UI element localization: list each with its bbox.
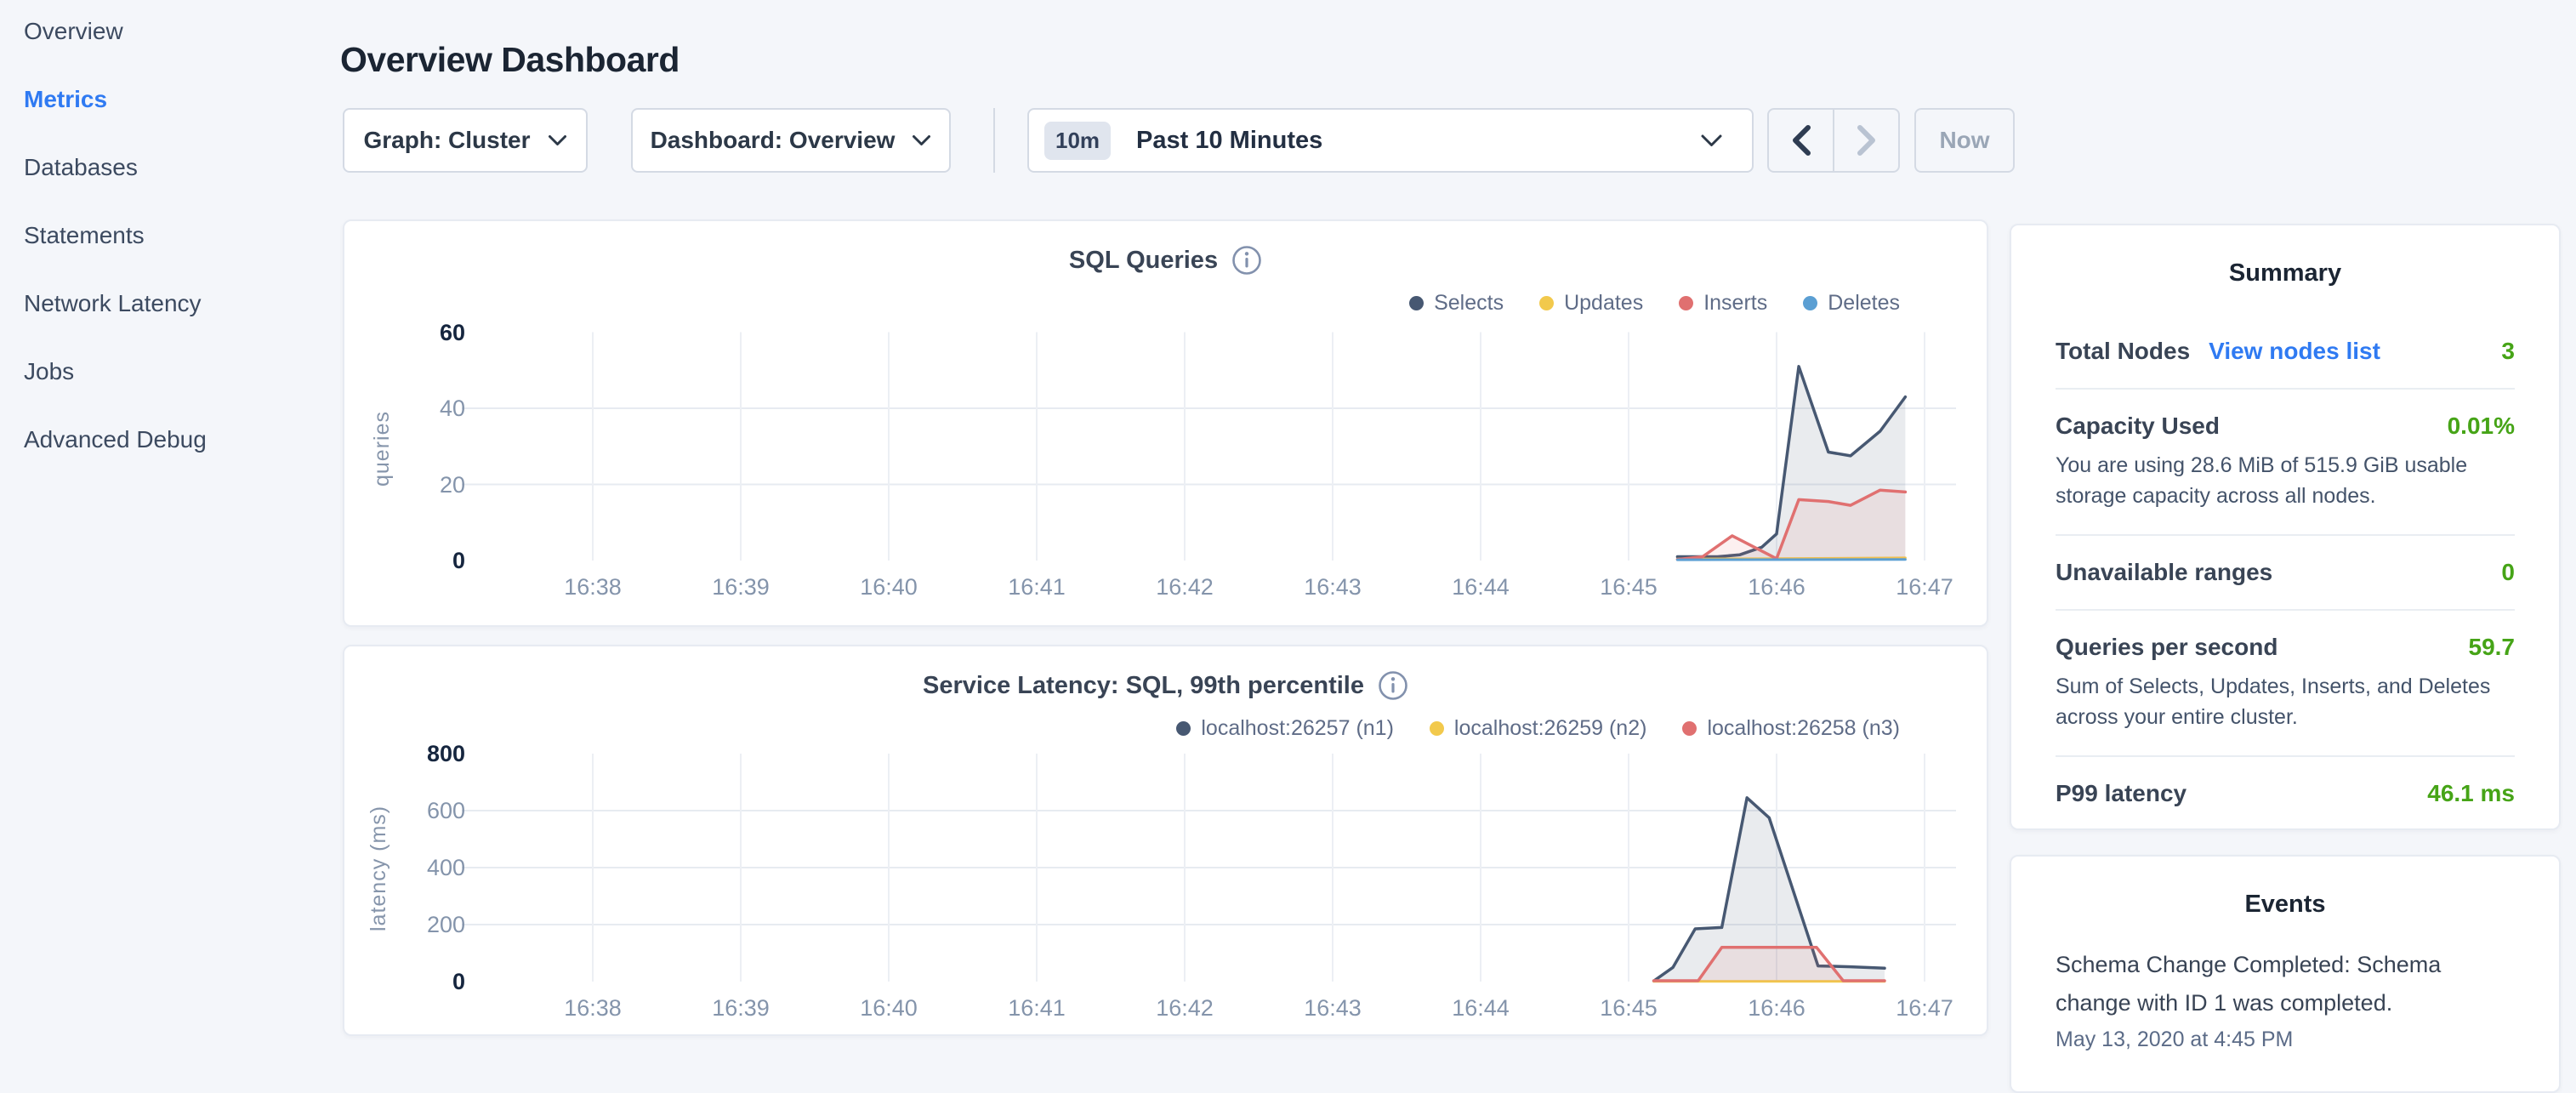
toolbar: Graph: Cluster Dashboard: Overview 10m P… xyxy=(343,108,2027,173)
graph-dropdown[interactable]: Graph: Cluster xyxy=(343,108,588,173)
sidebar-item-advanced-debug[interactable]: Advanced Debug xyxy=(24,427,304,453)
toolbar-divider xyxy=(993,108,995,173)
y-axis-unit-label: latency (ms) xyxy=(367,755,391,982)
dashboard-dropdown[interactable]: Dashboard: Overview xyxy=(631,108,951,173)
summary-row-unavailable-ranges: Unavailable ranges 0 xyxy=(2056,536,2515,611)
summary-row-description: You are using 28.6 MiB of 515.9 GiB usab… xyxy=(2056,450,2515,511)
sql-queries-chart-card: SQL Queries SelectsUpdatesInsertsDeletes… xyxy=(343,219,1988,627)
now-button-label: Now xyxy=(1939,127,1989,154)
summary-row-capacity-used: Capacity Used 0.01% You are using 28.6 M… xyxy=(2056,390,2515,536)
summary-row-label: Unavailable ranges xyxy=(2056,559,2272,586)
chevron-down-icon xyxy=(912,134,931,147)
time-range-dropdown[interactable]: 10m Past 10 Minutes xyxy=(1027,108,1754,173)
sidebar-item-statements[interactable]: Statements xyxy=(24,223,304,248)
service-latency-plot[interactable] xyxy=(344,646,1990,1038)
now-button[interactable]: Now xyxy=(1914,108,2015,173)
sidebar-item-network-latency[interactable]: Network Latency xyxy=(24,291,304,316)
sidebar-item-jobs[interactable]: Jobs xyxy=(24,359,304,384)
chevron-right-icon xyxy=(1856,124,1878,157)
sidebar: Overview Metrics Databases Statements Ne… xyxy=(24,19,304,495)
summary-panel: Summary Total Nodes View nodes list 3 Ca… xyxy=(2010,224,2561,830)
time-step-buttons xyxy=(1767,108,1900,173)
event-message: Schema Change Completed: Schema change w… xyxy=(2056,946,2515,1022)
summary-row-description: Sum of Selects, Updates, Inserts, and De… xyxy=(2056,671,2515,732)
summary-row-label: P99 latency xyxy=(2056,780,2186,807)
sidebar-item-metrics[interactable]: Metrics xyxy=(24,87,304,112)
time-range-label: Past 10 Minutes xyxy=(1136,127,1322,155)
summary-row-label: Queries per second xyxy=(2056,634,2277,661)
sidebar-item-overview[interactable]: Overview xyxy=(24,19,304,44)
sidebar-item-databases[interactable]: Databases xyxy=(24,155,304,180)
summary-row-value: 3 xyxy=(2501,338,2515,365)
previous-time-button[interactable] xyxy=(1769,110,1833,171)
summary-title: Summary xyxy=(2056,259,2515,287)
time-range-badge: 10m xyxy=(1044,122,1111,160)
events-panel: Events Schema Change Completed: Schema c… xyxy=(2010,855,2561,1093)
chevron-down-icon xyxy=(548,134,567,147)
summary-row-value: 0 xyxy=(2501,559,2515,586)
event-list-item[interactable]: Schema Change Completed: Schema change w… xyxy=(2056,946,2515,1052)
summary-row-value: 59.7 xyxy=(2469,634,2516,661)
summary-row-label: Capacity Used xyxy=(2056,413,2220,440)
summary-row-total-nodes: Total Nodes View nodes list 3 xyxy=(2056,315,2515,390)
summary-row-value: 46.1 ms xyxy=(2427,780,2515,807)
summary-row-label: Total Nodes xyxy=(2056,338,2190,365)
view-nodes-list-link[interactable]: View nodes list xyxy=(2209,338,2380,365)
y-axis-unit-label: queries xyxy=(370,340,395,557)
chevron-down-icon xyxy=(1700,134,1723,148)
event-timestamp: May 13, 2020 at 4:45 PM xyxy=(2056,1028,2515,1052)
dashboard-dropdown-label: Dashboard: Overview xyxy=(651,127,896,154)
summary-row-p99-latency: P99 latency 46.1 ms xyxy=(2056,757,2515,830)
chevron-left-icon xyxy=(1790,124,1812,157)
graph-dropdown-label: Graph: Cluster xyxy=(363,127,530,154)
summary-row-queries-per-second: Queries per second 59.7 Sum of Selects, … xyxy=(2056,611,2515,757)
events-title: Events xyxy=(2056,891,2515,919)
page-title: Overview Dashboard xyxy=(340,40,680,80)
service-latency-chart-card: Service Latency: SQL, 99th percentile lo… xyxy=(343,645,1988,1036)
sql-queries-plot[interactable] xyxy=(344,221,1990,629)
summary-row-value: 0.01% xyxy=(2448,413,2515,440)
next-time-button[interactable] xyxy=(1834,110,1898,171)
